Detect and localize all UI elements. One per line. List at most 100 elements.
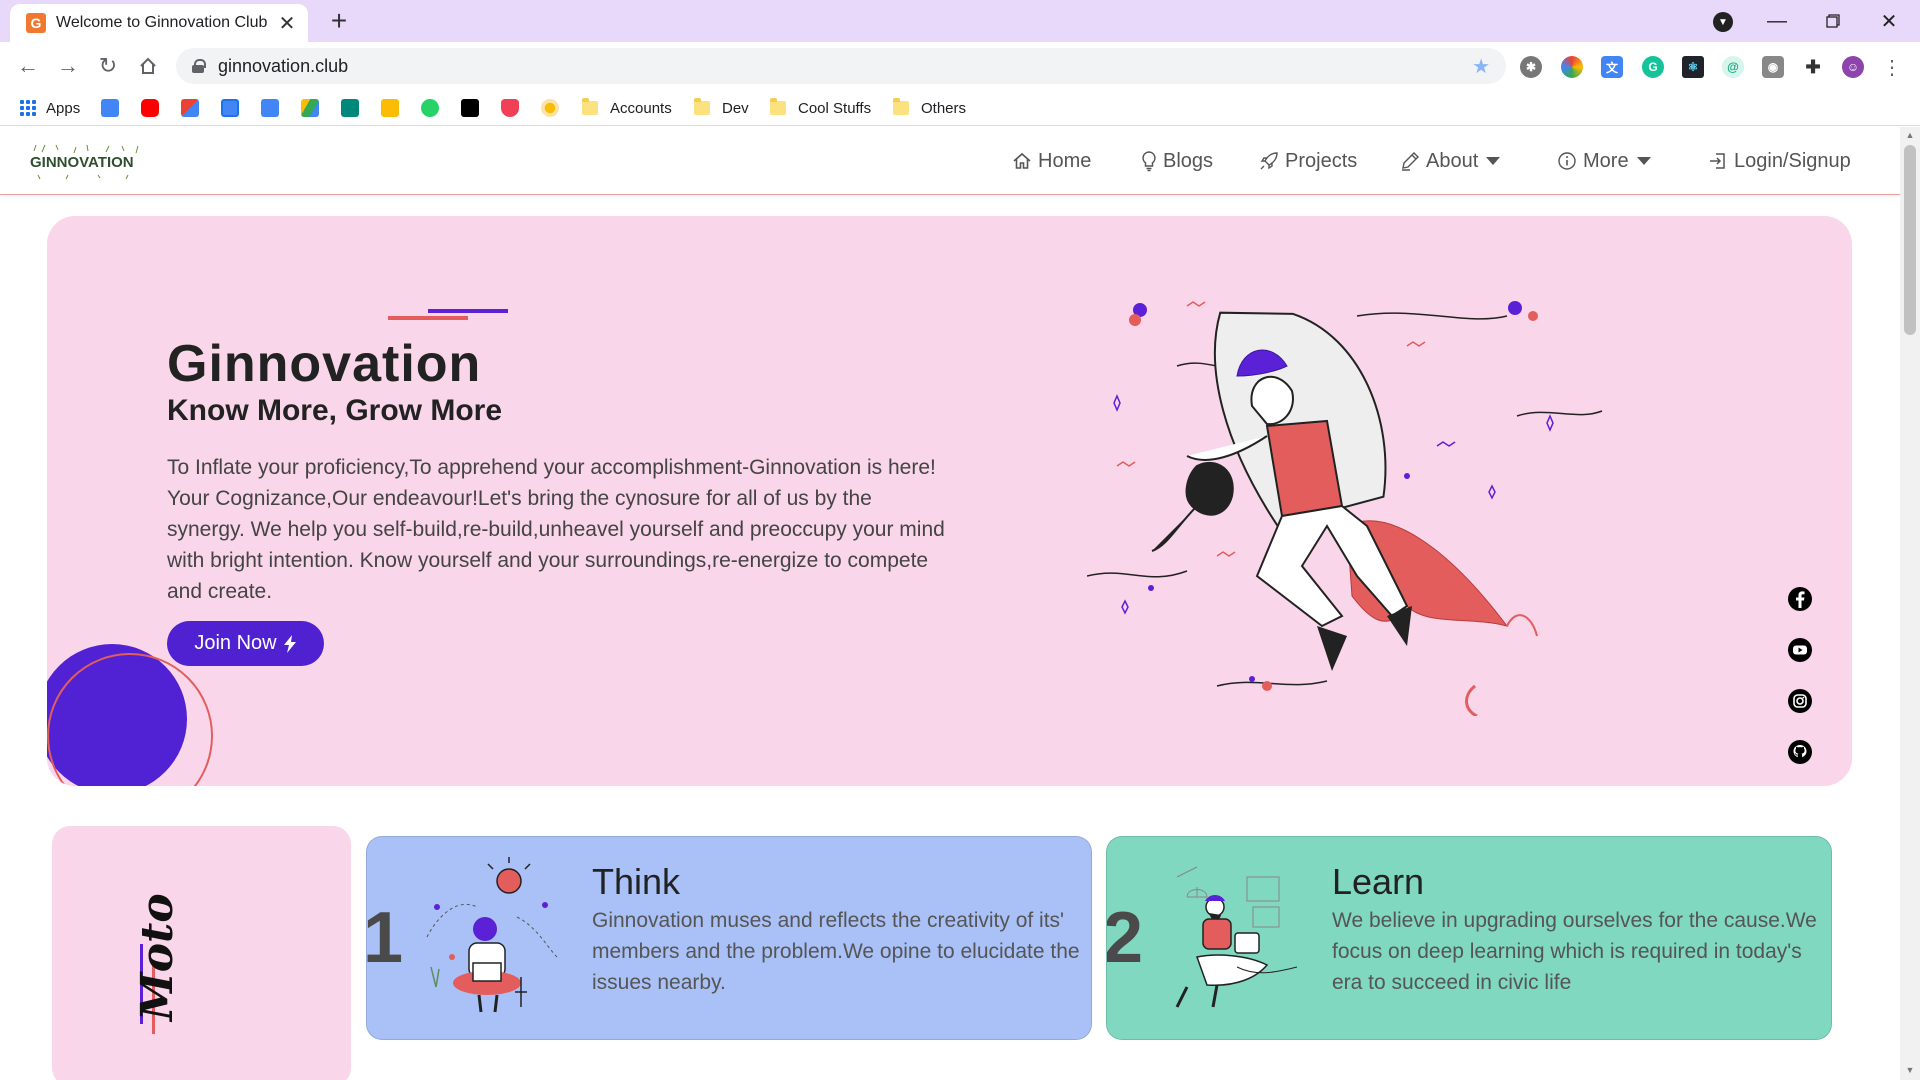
feature-number: 1 bbox=[366, 898, 404, 978]
bookmark-apps-label: Apps bbox=[46, 99, 81, 117]
page-scrollbar[interactable]: ▲ ▼ bbox=[1900, 127, 1920, 1080]
rocket-icon bbox=[1260, 152, 1278, 170]
color-picker-extension-icon[interactable] bbox=[1561, 56, 1583, 78]
folder-label: Others bbox=[921, 99, 967, 117]
bookmarks-bar: Apps Accounts Dev Cool Stuffs Others bbox=[0, 90, 1920, 126]
bookmark-folder-others[interactable]: Others bbox=[893, 96, 966, 120]
bookmark-apps[interactable]: Apps bbox=[20, 96, 80, 120]
nav-about-label: About bbox=[1426, 149, 1479, 172]
feature-title: Learn bbox=[1332, 861, 1425, 902]
nav-projects[interactable]: Projects bbox=[1259, 147, 1357, 175]
translate-extension-icon[interactable]: 文 bbox=[1601, 56, 1623, 78]
instagram-icon[interactable] bbox=[1787, 688, 1813, 714]
bookmark-medium[interactable] bbox=[461, 96, 489, 120]
close-window-icon[interactable]: ✕ bbox=[1866, 4, 1912, 38]
react-devtools-icon[interactable]: ⚛ bbox=[1682, 56, 1704, 78]
grammarly-extension-icon[interactable]: G bbox=[1642, 56, 1664, 78]
feature-number: 2 bbox=[1106, 898, 1144, 978]
bookmark-weather[interactable] bbox=[541, 96, 569, 120]
bookmark-youtube[interactable] bbox=[141, 96, 169, 120]
reload-icon[interactable]: ↻ bbox=[92, 50, 124, 82]
bookmark-meet[interactable] bbox=[341, 96, 369, 120]
feature-card-think: 1 Think Ginnovation muses and reflects t… bbox=[366, 836, 1092, 1040]
extensions-puzzle-icon[interactable]: ✚ bbox=[1802, 56, 1824, 78]
site-navbar: GINNOVATION Home Blogs Projects About Mo… bbox=[0, 127, 1900, 195]
calendar-icon bbox=[221, 99, 239, 117]
nav-more-dropdown[interactable]: More bbox=[1557, 147, 1651, 175]
thinking-person-illustration bbox=[426, 857, 558, 1013]
bookmark-calendar-group[interactable] bbox=[101, 96, 129, 120]
home-icon[interactable] bbox=[132, 50, 164, 82]
back-icon[interactable]: ← bbox=[12, 50, 44, 82]
bookmark-pocket[interactable] bbox=[501, 96, 529, 120]
new-tab-icon[interactable]: + bbox=[324, 5, 354, 36]
minimize-icon[interactable]: — bbox=[1754, 4, 1800, 38]
tab-title: Welcome to Ginnovation Club bbox=[56, 14, 268, 31]
github-icon[interactable] bbox=[1787, 739, 1813, 765]
scroll-down-icon[interactable]: ▼ bbox=[1904, 1065, 1916, 1075]
chevron-down-icon bbox=[1636, 157, 1651, 165]
bookmark-folder-cool-stuffs[interactable]: Cool Stuffs bbox=[770, 96, 871, 120]
whatsapp-icon bbox=[421, 99, 439, 117]
browser-toolbar: ← → ↻ ginnovation.club ★ ✱ 文 G ⚛ @ ◉ ✚ ☺… bbox=[0, 42, 1920, 90]
site-logo[interactable]: GINNOVATION bbox=[28, 141, 148, 181]
folder-icon bbox=[893, 98, 909, 115]
feature-title: Think bbox=[592, 861, 681, 902]
nav-projects-label: Projects bbox=[1285, 149, 1358, 172]
folder-icon bbox=[770, 98, 786, 115]
medium-icon bbox=[461, 99, 479, 117]
logo-text: GINNOVATION bbox=[30, 154, 134, 171]
bookmark-docs[interactable] bbox=[261, 96, 289, 120]
feature-description: We believe in upgrading ourselves for th… bbox=[1332, 909, 1817, 994]
tab-close-icon[interactable]: ✕ bbox=[276, 12, 298, 35]
hero-subtitle: Know More, Grow More bbox=[167, 394, 503, 427]
youtube-icon[interactable] bbox=[1787, 637, 1813, 663]
camera-extension-icon[interactable]: ◉ bbox=[1762, 56, 1784, 78]
pen-icon bbox=[1402, 152, 1419, 171]
spiral-extension-icon[interactable]: @ bbox=[1722, 56, 1744, 78]
tab-search-icon[interactable]: ▼ bbox=[1713, 12, 1733, 32]
bookmark-calendar[interactable] bbox=[221, 96, 249, 120]
profile-avatar-icon[interactable]: ☺ bbox=[1842, 56, 1864, 78]
nav-blogs[interactable]: Blogs bbox=[1141, 147, 1213, 175]
chevron-down-icon bbox=[1486, 157, 1501, 165]
bookmark-folder-dev[interactable]: Dev bbox=[694, 96, 749, 120]
bookmark-star-icon[interactable]: ★ bbox=[1472, 54, 1490, 79]
site-favicon: G bbox=[26, 13, 46, 33]
lock-icon bbox=[192, 59, 206, 73]
feature-card-learn: 2 Learn We believe in upgrading ourselve… bbox=[1106, 836, 1832, 1040]
nav-login-signup[interactable]: Login/Signup bbox=[1708, 147, 1851, 175]
bookmark-folder-accounts[interactable]: Accounts bbox=[582, 96, 672, 120]
scroll-up-icon[interactable]: ▲ bbox=[1904, 130, 1916, 140]
bookmark-whatsapp[interactable] bbox=[421, 96, 449, 120]
nav-about-dropdown[interactable]: About bbox=[1400, 147, 1501, 175]
join-now-button[interactable]: Join Now bbox=[167, 621, 324, 666]
drive-icon bbox=[301, 99, 319, 117]
bookmark-drive[interactable] bbox=[301, 96, 329, 120]
bug-extension-icon[interactable]: ✱ bbox=[1520, 56, 1542, 78]
weather-icon bbox=[541, 99, 559, 117]
address-bar[interactable]: ginnovation.club ★ bbox=[176, 48, 1506, 84]
meet-icon bbox=[341, 99, 359, 117]
restore-icon[interactable] bbox=[1810, 4, 1856, 38]
learning-person-illustration bbox=[1175, 866, 1298, 1008]
folder-icon bbox=[694, 98, 710, 115]
rocket-person-illustration bbox=[1087, 301, 1603, 716]
login-icon bbox=[1710, 153, 1725, 169]
bookmark-keep[interactable] bbox=[381, 96, 409, 120]
folder-label: Accounts bbox=[610, 99, 672, 117]
browser-tab[interactable]: G Welcome to Ginnovation Club ✕ bbox=[10, 4, 308, 42]
browser-menu-icon[interactable]: ⋮ bbox=[1882, 56, 1902, 79]
nav-login-label: Login/Signup bbox=[1734, 149, 1851, 172]
info-icon bbox=[1558, 152, 1576, 170]
apps-grid-icon bbox=[20, 100, 36, 116]
folder-icon bbox=[582, 98, 598, 115]
gmail-icon bbox=[181, 99, 199, 117]
bookmark-gmail[interactable] bbox=[181, 96, 209, 120]
scrollbar-thumb[interactable] bbox=[1904, 145, 1916, 335]
nav-home[interactable]: Home bbox=[1012, 147, 1091, 175]
decorative-line bbox=[388, 316, 468, 320]
forward-icon[interactable]: → bbox=[52, 50, 84, 82]
hero-section: Ginnovation Know More, Grow More To Infl… bbox=[47, 216, 1852, 786]
facebook-icon[interactable] bbox=[1787, 586, 1813, 612]
